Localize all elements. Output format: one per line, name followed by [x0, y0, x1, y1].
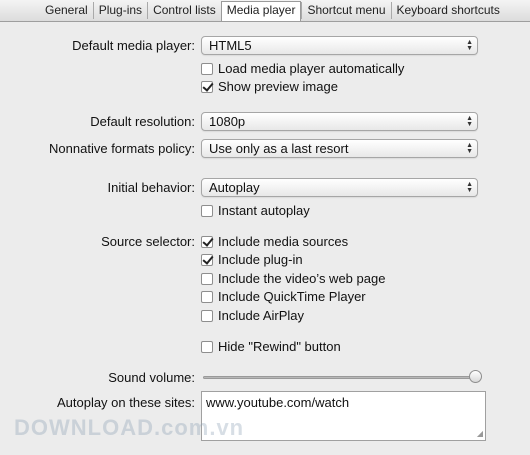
watermark: DOWNLOAD.com.vn	[14, 415, 245, 440]
include-quicktime-label: Include QuickTime Player	[218, 289, 366, 304]
include-web-page-box[interactable]	[201, 272, 213, 285]
nonnative-policy-select[interactable]: Use only as a last resort ▲ ▼	[201, 139, 478, 158]
tab-keyboard-shortcuts[interactable]: Keyboard shortcuts	[390, 2, 505, 19]
include-airplay-box[interactable]	[201, 309, 213, 322]
tab-shortcut-menu[interactable]: Shortcut menu	[301, 2, 390, 19]
show-preview-checkbox[interactable]: Show preview image	[201, 79, 338, 94]
include-airplay-checkbox[interactable]: Include AirPlay	[201, 308, 304, 323]
include-media-sources-label: Include media sources	[218, 234, 349, 249]
load-auto-label: Load media player automatically	[218, 61, 405, 76]
select-arrows-icon: ▲ ▼	[466, 115, 473, 128]
sound-volume-track[interactable]	[203, 376, 475, 379]
autoplay-sites-value: www.youtube.com/watch	[206, 395, 350, 410]
default-resolution-select[interactable]: 1080p ▲ ▼	[201, 112, 478, 131]
select-arrows-icon: ▲ ▼	[466, 142, 473, 155]
default-media-player-label: Default media player:	[72, 38, 195, 53]
tabs: General Plug-ins Control lists Media pla…	[40, 1, 505, 21]
autoplay-sites-label: Autoplay on these sites:	[56, 395, 195, 410]
default-media-player-select[interactable]: HTML5 ▲ ▼	[201, 36, 478, 55]
load-auto-checkbox[interactable]: Load media player automatically	[201, 61, 404, 76]
instant-autoplay-box[interactable]	[201, 204, 213, 217]
select-arrows-icon: ▲ ▼	[466, 39, 473, 52]
instant-autoplay-label: Instant autoplay	[218, 203, 310, 218]
include-quicktime-checkbox[interactable]: Include QuickTime Player	[201, 289, 366, 304]
resize-grip-icon[interactable]: ◢	[477, 429, 483, 438]
default-resolution-label: Default resolution:	[90, 114, 195, 129]
include-airplay-label: Include AirPlay	[218, 308, 304, 323]
default-media-player-value: HTML5	[209, 38, 252, 53]
nonnative-policy-value: Use only as a last resort	[209, 141, 349, 156]
sound-volume-knob[interactable]	[469, 370, 482, 383]
show-preview-box[interactable]	[201, 80, 213, 93]
tab-control-lists[interactable]: Control lists	[147, 2, 221, 19]
initial-behavior-select[interactable]: Autoplay ▲ ▼	[201, 178, 478, 197]
source-selector-label: Source selector:	[101, 234, 195, 249]
initial-behavior-value: Autoplay	[209, 180, 260, 195]
include-quicktime-box[interactable]	[201, 290, 213, 303]
sound-volume-label: Sound volume:	[108, 370, 195, 385]
include-media-sources-box[interactable]	[201, 235, 213, 248]
nonnative-policy-label: Nonnative formats policy:	[49, 141, 195, 156]
select-arrows-icon: ▲ ▼	[466, 181, 473, 194]
tab-general[interactable]: General	[40, 2, 93, 19]
show-preview-label: Show preview image	[218, 79, 338, 94]
initial-behavior-label: Initial behavior:	[107, 180, 195, 195]
hide-rewind-checkbox[interactable]: Hide "Rewind" button	[201, 339, 341, 354]
default-resolution-value: 1080p	[209, 114, 246, 129]
tab-media-player[interactable]: Media player	[220, 1, 302, 21]
include-plug-in-label: Include plug-in	[218, 252, 303, 267]
include-plug-in-checkbox[interactable]: Include plug-in	[201, 252, 303, 267]
load-auto-box[interactable]	[201, 62, 213, 75]
include-web-page-checkbox[interactable]: Include the video’s web page	[201, 271, 385, 286]
include-media-sources-checkbox[interactable]: Include media sources	[201, 234, 348, 249]
instant-autoplay-checkbox[interactable]: Instant autoplay	[201, 203, 310, 218]
include-web-page-label: Include the video’s web page	[218, 271, 386, 286]
hide-rewind-box[interactable]	[201, 340, 213, 353]
hide-rewind-label: Hide "Rewind" button	[218, 339, 341, 354]
tab-bar: General Plug-ins Control lists Media pla…	[0, 0, 530, 22]
include-plug-in-box[interactable]	[201, 253, 213, 266]
tab-plug-ins[interactable]: Plug-ins	[92, 2, 147, 19]
